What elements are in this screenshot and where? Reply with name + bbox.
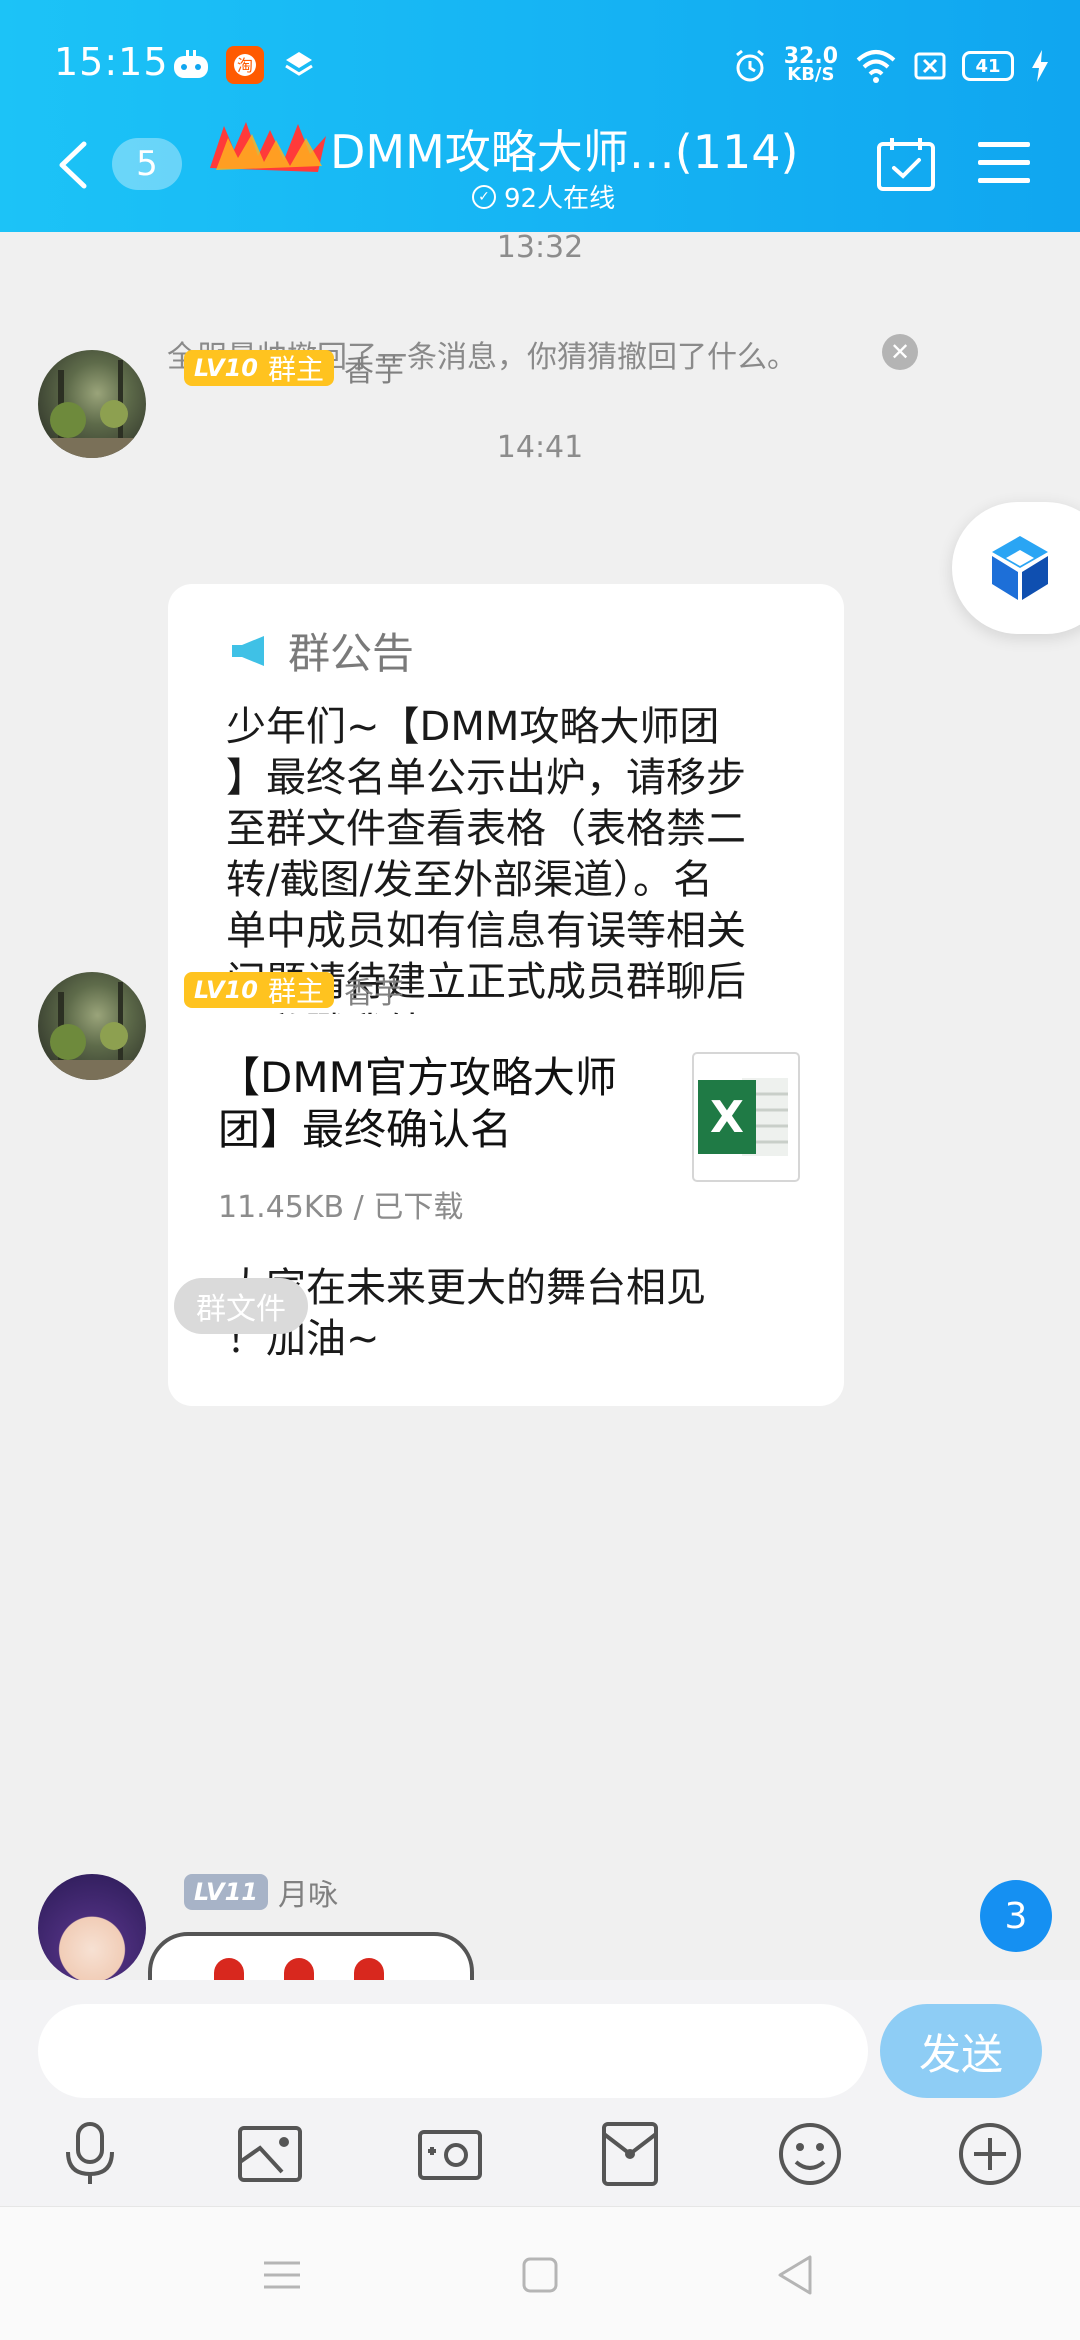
camera-icon[interactable] bbox=[416, 2120, 484, 2188]
image-icon[interactable] bbox=[236, 2120, 304, 2188]
sender-name[interactable]: 月咏 bbox=[278, 1870, 338, 1914]
battery-indicator: 41 bbox=[962, 51, 1014, 81]
unread-count-badge[interactable]: 5 bbox=[112, 138, 182, 190]
svg-text:淘: 淘 bbox=[237, 56, 253, 75]
announcement-title: 群公告 bbox=[288, 629, 415, 678]
chat-header: 15:15 淘 32.0 KB/S 41 5 DMM攻略大师…(114) ✓ 9… bbox=[0, 0, 1080, 232]
floating-app-button[interactable] bbox=[952, 502, 1080, 634]
avatar[interactable] bbox=[38, 972, 146, 1080]
game-controller-icon bbox=[172, 46, 210, 84]
group-file-tag[interactable]: 群文件 bbox=[174, 1278, 308, 1334]
file-message-bubble[interactable]: 【DMM官方攻略大师团】最终确认名 11.45KB / 已下载 X bbox=[168, 1014, 844, 1256]
no-sim-icon bbox=[914, 52, 946, 80]
level-badge: LV10 群主 bbox=[184, 350, 334, 386]
sender-info: LV11 月咏 bbox=[184, 1870, 338, 1914]
taobao-icon: 淘 bbox=[226, 46, 264, 84]
microphone-icon[interactable] bbox=[56, 2120, 124, 2188]
recall-notice: 全服最帅撤回了一条消息，你猜猜撤回了什么。 bbox=[0, 332, 1080, 376]
plus-icon[interactable] bbox=[956, 2120, 1024, 2188]
excel-file-icon: X bbox=[692, 1052, 800, 1182]
sender-info: LV10 群主 香芋 bbox=[184, 968, 404, 1012]
avatar[interactable] bbox=[38, 1874, 146, 1980]
svg-text:X: X bbox=[710, 1092, 744, 1143]
alarm-icon bbox=[735, 49, 764, 82]
charging-icon bbox=[1032, 50, 1048, 82]
close-icon[interactable]: ✕ bbox=[882, 334, 918, 370]
back-arrow-icon[interactable] bbox=[54, 140, 94, 190]
new-message-count-bubble[interactable]: 3 bbox=[980, 1880, 1052, 1952]
net-speed: 32.0 KB/S bbox=[783, 44, 838, 85]
menu-icon[interactable] bbox=[978, 140, 1030, 186]
file-meta: 11.45KB / 已下载 bbox=[218, 1190, 464, 1225]
emoji-icon[interactable] bbox=[776, 2120, 844, 2188]
back-icon[interactable] bbox=[772, 2251, 820, 2299]
level-badge: LV10 群主 bbox=[184, 972, 334, 1008]
level-badge: LV11 bbox=[184, 1874, 268, 1910]
flower-icon bbox=[214, 1958, 244, 1980]
send-button[interactable]: 发送 bbox=[880, 2004, 1042, 2098]
avatar[interactable] bbox=[38, 350, 146, 458]
flower-icon bbox=[354, 1958, 384, 1980]
calendar-check-icon[interactable] bbox=[876, 136, 936, 192]
group-logo-icon bbox=[210, 122, 326, 172]
sender-name[interactable]: 香芋 bbox=[344, 346, 404, 390]
status-time: 15:15 bbox=[54, 40, 169, 84]
sticker-message[interactable] bbox=[148, 1932, 474, 1980]
message-input[interactable] bbox=[38, 2004, 868, 2098]
time-divider: 13:32 bbox=[496, 232, 584, 265]
status-right-icons: 32.0 KB/S 41 bbox=[732, 36, 1050, 96]
time-divider: 14:41 bbox=[496, 430, 584, 465]
message-input-area: 发送 bbox=[0, 1980, 1080, 2206]
cube-app-icon bbox=[992, 536, 1048, 600]
system-navigation-bar bbox=[0, 2206, 1080, 2340]
status-bar: 15:15 淘 32.0 KB/S 41 bbox=[0, 0, 1080, 130]
announcement-header: 群公告 bbox=[230, 620, 414, 681]
layers-icon bbox=[280, 46, 318, 84]
sender-info: LV10 群主 香芋 bbox=[184, 346, 404, 390]
home-icon[interactable] bbox=[516, 2251, 564, 2299]
recent-apps-icon[interactable] bbox=[258, 2251, 306, 2299]
red-packet-icon[interactable] bbox=[596, 2120, 664, 2188]
online-count: 92人在线 bbox=[504, 184, 616, 214]
sender-name[interactable]: 香芋 bbox=[344, 968, 404, 1012]
group-title[interactable]: DMM攻略大师…(114) bbox=[330, 116, 799, 182]
flower-icon bbox=[284, 1958, 314, 1980]
file-name: 【DMM官方攻略大师团】最终确认名 bbox=[218, 1053, 617, 1154]
chat-message-list[interactable]: 13:32 全服最帅撤回了一条消息，你猜猜撤回了什么。 ✕ 14:41 LV10… bbox=[0, 232, 1080, 1980]
online-check-icon: ✓ bbox=[472, 184, 496, 209]
wifi-icon bbox=[856, 50, 896, 83]
megaphone-icon bbox=[232, 635, 264, 666]
online-status: ✓ 92人在线 bbox=[472, 178, 615, 215]
